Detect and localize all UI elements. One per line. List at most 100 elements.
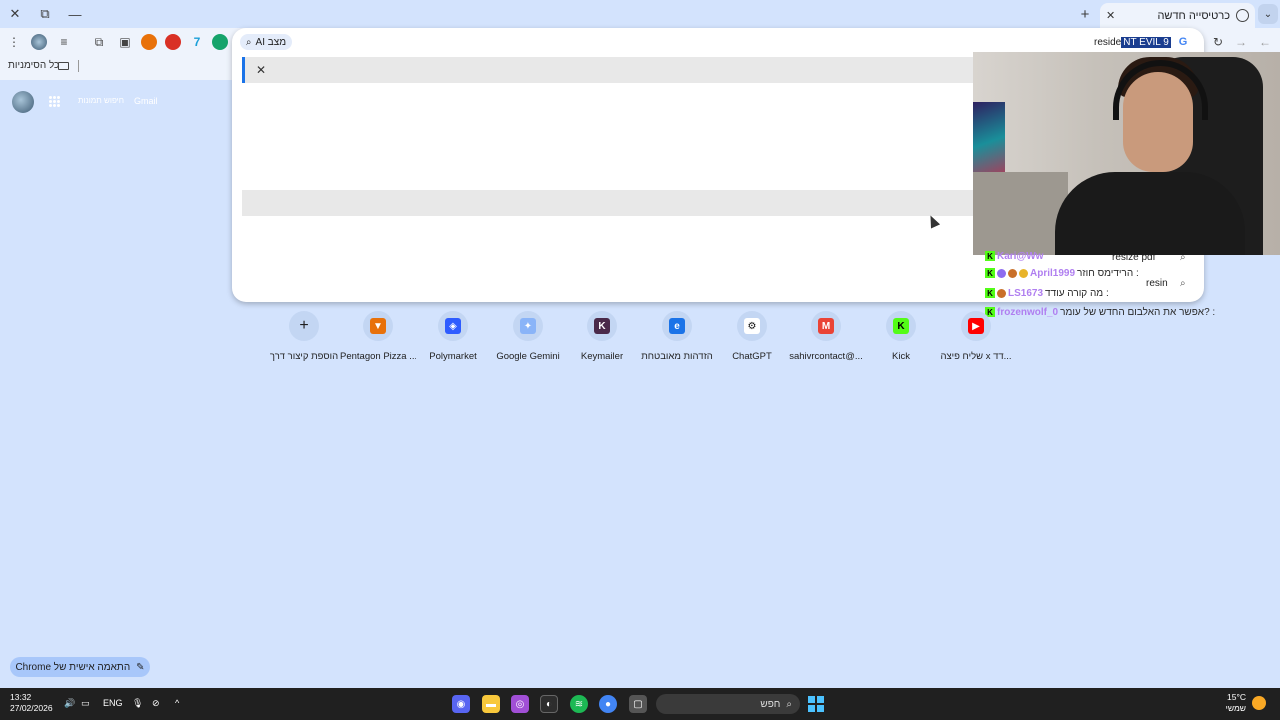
shortcut-tile[interactable]: + הוספת קיצור דרך — [266, 311, 342, 362]
suggestion-row-selected[interactable] — [242, 57, 982, 83]
new-tab-button[interactable]: + — [1076, 5, 1094, 23]
extension-orange-icon[interactable] — [141, 34, 157, 50]
folder-icon[interactable] — [58, 62, 69, 70]
shortcut-tile[interactable]: Msahivrcontact@... — [788, 311, 864, 362]
app-purple-icon[interactable]: ◎ — [511, 695, 529, 713]
shortcut-icon-circle: e — [662, 311, 692, 341]
kick-badge-icon: K — [985, 288, 995, 298]
taskbar-search-placeholder: חפש — [760, 698, 781, 710]
kick-badge-icon: K — [985, 251, 995, 261]
gmail-link[interactable]: Gmail — [134, 96, 158, 106]
shortcut-label: הזדהות מאובטחת — [641, 351, 713, 362]
shortcut-logo-icon: K — [893, 318, 909, 334]
shortcut-logo-icon: ◈ — [445, 318, 461, 334]
shortcut-icon-circle: ⚙ — [737, 311, 767, 341]
kick-badge-icon: K — [985, 268, 995, 278]
shortcut-tile[interactable]: e הזדהות מאובטחת — [639, 311, 715, 362]
shortcut-logo-icon: K — [594, 318, 610, 334]
tab-new-tab[interactable]: כרטיסייה חדשה ✕ — [1100, 3, 1255, 28]
shortcut-label: Google Gemini — [496, 351, 560, 362]
tab-title: כרטיסייה חדשה — [1157, 9, 1230, 22]
language-indicator[interactable]: ENG — [103, 698, 123, 708]
shortcut-tile[interactable]: K Kick — [863, 311, 939, 362]
suggestion-row-hover[interactable] — [242, 190, 982, 216]
shortcut-tile[interactable]: ◈ Polymarket — [415, 311, 491, 362]
grammarly-icon[interactable] — [212, 34, 228, 50]
shortcut-tile[interactable]: ⚙ ChatGPT — [714, 311, 790, 362]
shortcut-logo-icon: + — [299, 317, 309, 334]
ai-mode-button[interactable]: מצב AI ⌕ — [240, 34, 292, 50]
shortcut-logo-icon: ⚙ — [744, 318, 760, 334]
close-window-button[interactable]: ✕ — [4, 4, 26, 24]
weather-widget[interactable]: 15°C שמשי — [1224, 692, 1246, 714]
discord-icon[interactable]: ◉ — [452, 695, 470, 713]
shortcut-icon-circle: M — [811, 311, 841, 341]
microphone-icon[interactable]: 🎙 — [132, 698, 143, 709]
reading-list-icon[interactable]: ≡ — [56, 34, 72, 50]
chat-message: K LS1673 מה קורה עודד : — [985, 286, 1109, 300]
shortcut-label: שליח פיצה x דד... — [940, 351, 1012, 362]
emote-icon — [997, 268, 1006, 278]
reload-icon[interactable]: ↻ — [1210, 34, 1226, 50]
volume-icon[interactable]: 🔊 — [64, 698, 75, 709]
shortcut-icon-circle: ▶ — [961, 311, 991, 341]
search-sparkle-icon: ⌕ — [245, 36, 252, 48]
all-bookmarks-label[interactable]: כל הסימניות — [8, 60, 59, 71]
emote-icon — [1019, 268, 1028, 278]
shortcut-tile[interactable]: K Keymailer — [564, 311, 640, 362]
chevron-up-icon[interactable]: ^ — [175, 698, 179, 708]
shortcut-logo-icon: M — [818, 318, 834, 334]
tab-close-icon[interactable]: ✕ — [1106, 9, 1115, 22]
file-explorer-icon[interactable]: ▬ — [482, 695, 500, 713]
omnibox-selected-completion: NT EVIL 9 — [1121, 36, 1171, 48]
shortcut-tile[interactable]: ▼ Pentagon Pizza ... — [340, 311, 416, 362]
clock[interactable]: 13:32 27/02/2026 — [10, 692, 53, 714]
chat-username: April1999 — [1030, 267, 1076, 279]
spotify-icon[interactable]: ≋ — [570, 695, 588, 713]
shortcut-icon-circle: K — [587, 311, 617, 341]
tab-search-button[interactable]: ⌄ — [1258, 4, 1278, 24]
notifications-icon[interactable]: ⊘ — [152, 698, 160, 709]
minimize-window-button[interactable]: — — [64, 4, 86, 24]
shortcut-label: Pentagon Pizza ... — [340, 351, 416, 362]
extension-blue-icon[interactable]: 7 — [189, 34, 205, 50]
back-icon[interactable]: ← — [1257, 34, 1273, 50]
chrome-icon[interactable]: ● — [599, 695, 617, 713]
obs-icon[interactable]: ◐ — [540, 695, 558, 713]
windows-start-icon[interactable] — [808, 696, 824, 712]
task-view-icon[interactable]: ▢ — [629, 695, 647, 713]
search-images-link[interactable]: חיפוש תמונות — [78, 96, 124, 105]
taskbar-search[interactable]: חפש ⌕ — [656, 694, 800, 714]
chat-text: אפשר את האלבום החדש של עומר? : — [1060, 306, 1216, 318]
profile-avatar[interactable] — [31, 34, 47, 50]
shortcut-label: Polymarket — [429, 351, 477, 362]
suggestion-text[interactable]: resin — [1146, 278, 1168, 289]
customize-chrome-label: התאמה אישית של Chrome — [15, 661, 131, 673]
shortcut-tile[interactable]: ▶ שליח פיצה x דד... — [938, 311, 1014, 362]
close-icon[interactable]: ✕ — [256, 63, 266, 77]
network-icon[interactable]: ▭ — [81, 698, 90, 709]
shortcut-logo-icon: ▶ — [968, 318, 984, 334]
weather-desc: שמשי — [1225, 703, 1246, 713]
sun-icon — [1252, 696, 1266, 710]
search-icon: ⌕ — [786, 698, 792, 710]
avatar[interactable] — [12, 91, 34, 113]
customize-chrome-button[interactable]: ✎ התאמה אישית של Chrome — [10, 657, 150, 677]
restore-window-button[interactable]: ⧉ — [34, 4, 56, 24]
extensions-icon[interactable]: ⧉ — [91, 34, 107, 50]
menu-icon[interactable]: ⋮ — [6, 34, 22, 50]
forward-icon[interactable]: → — [1233, 34, 1249, 50]
shortcut-icon-circle: + — [289, 311, 319, 341]
cast-icon[interactable]: ▣ — [117, 34, 133, 50]
shortcut-logo-icon: ✦ — [520, 318, 536, 334]
shortcut-tile[interactable]: ✦ Google Gemini — [490, 311, 566, 362]
temperature: 15°C — [1227, 692, 1246, 702]
shortcut-label: sahivrcontact@... — [789, 351, 863, 362]
ai-mode-label: מצב AI — [255, 36, 287, 48]
emote-icon — [997, 288, 1006, 298]
webcam-overlay — [973, 52, 1280, 255]
extension-red-icon[interactable] — [165, 34, 181, 50]
apps-grid-icon[interactable] — [49, 96, 60, 107]
clock-date: 27/02/2026 — [10, 703, 53, 713]
omnibox-input[interactable]: reside NT EVIL 9 — [1094, 35, 1171, 49]
